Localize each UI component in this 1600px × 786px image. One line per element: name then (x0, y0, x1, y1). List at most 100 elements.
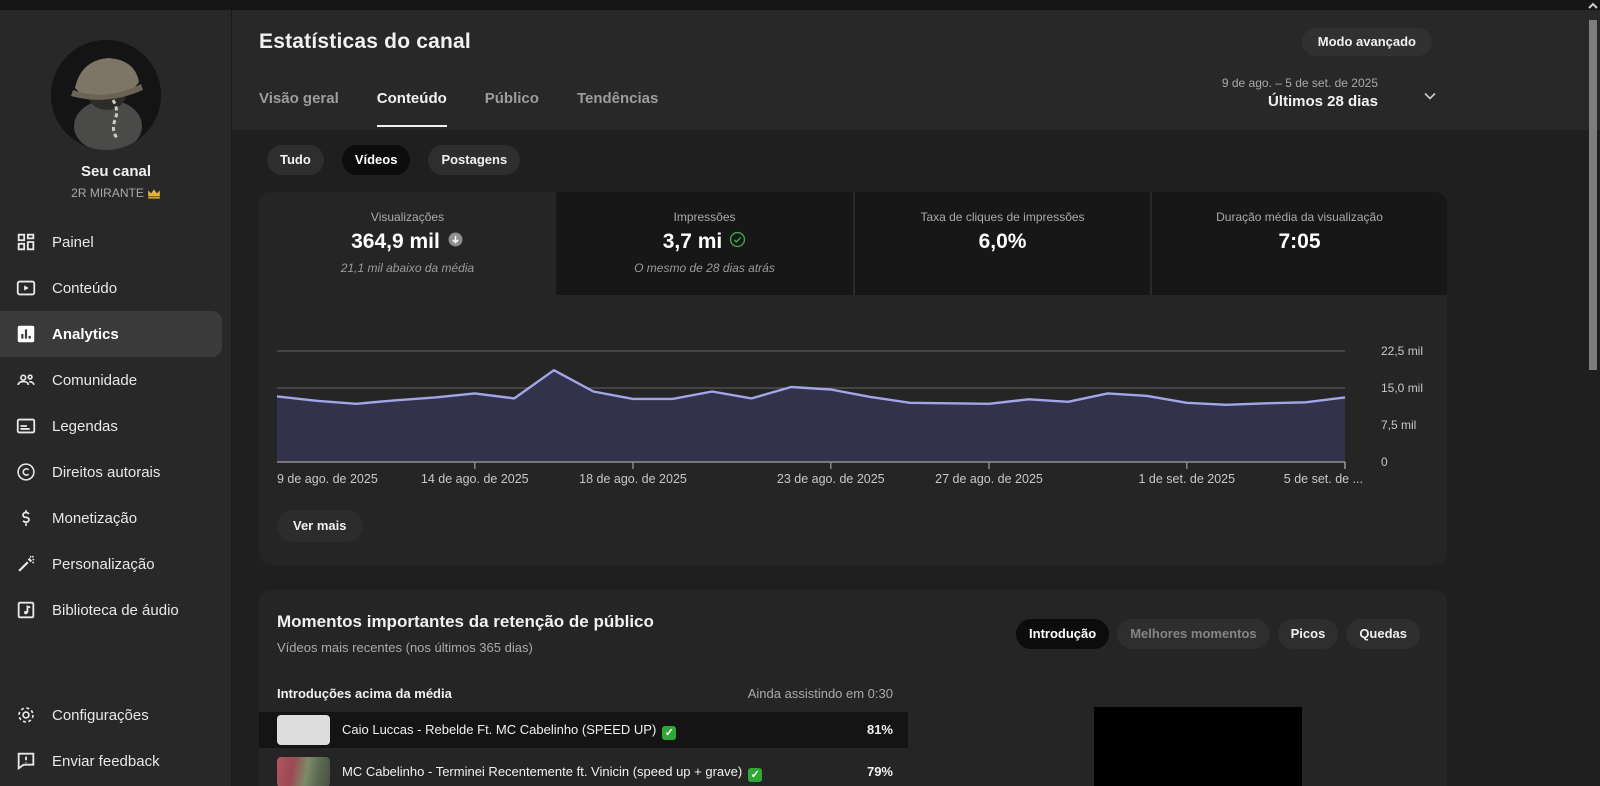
x-axis-label: 23 de ago. de 2025 (777, 472, 885, 486)
page-title: Estatísticas do canal (259, 30, 471, 53)
retention-chip-quedas[interactable]: Quedas (1346, 619, 1420, 649)
sidebar-item-label: Enviar feedback (52, 752, 160, 770)
down-arrow-circle-icon (447, 230, 464, 254)
retention-subtitle: Vídeos mais recentes (nos últimos 365 di… (277, 640, 533, 655)
sidebar-item-comunidade[interactable]: Comunidade (0, 357, 232, 403)
y-axis-label: 7,5 mil (1381, 418, 1417, 432)
views-area-chart: 9 de ago. de 2025 14 de ago. de 2025 18 de… (276, 332, 1367, 487)
metric-label: Impressões (673, 210, 736, 224)
retention-chip-picos[interactable]: Picos (1277, 619, 1339, 649)
retention-percentage: 79% (866, 764, 893, 779)
filter-chip-postagens[interactable]: Postagens (428, 145, 521, 175)
retention-table-header: Introduções acima da média Ainda assisti… (259, 686, 908, 708)
tab-visao-geral[interactable]: Visão geral (259, 90, 339, 127)
metric-label: Duração média da visualização (1216, 210, 1383, 224)
analytics-overview-card: Visualizações 364,9 mil 21,1 mil abaixo da… (259, 192, 1447, 565)
see-more-button[interactable]: Ver mais (277, 510, 363, 542)
sidebar-item-configuracoes[interactable]: Configurações (0, 692, 232, 738)
retention-row-1[interactable]: Caio Luccas - Rebelde Ft. MC Cabelinho (… (259, 712, 908, 748)
filter-chip-tudo[interactable]: Tudo (267, 145, 324, 175)
sidebar-item-painel[interactable]: Painel (0, 219, 232, 265)
sidebar-item-label: Monetização (52, 509, 138, 527)
retention-video-player[interactable] (1094, 707, 1302, 786)
sidebar-item-label: Biblioteca de áudio (52, 601, 179, 619)
sidebar-item-label: Configurações (52, 706, 149, 724)
check-circle-icon (729, 230, 746, 254)
avatar[interactable] (51, 40, 161, 150)
sidebar-item-label: Direitos autorais (52, 463, 161, 481)
tab-tendencias[interactable]: Tendências (577, 90, 658, 127)
video-thumbnail (277, 715, 330, 745)
retention-row-2[interactable]: MC Cabelinho - Terminei Recentemente ft.… (259, 754, 908, 786)
tab-conteudo[interactable]: Conteúdo (376, 90, 447, 127)
x-axis-label: 18 de ago. de 2025 (579, 472, 687, 486)
community-icon (15, 369, 37, 391)
retention-table-header-left: Introduções acima da média (277, 686, 452, 701)
sidebar-item-label: Painel (52, 233, 94, 251)
channel-avatar-photo (51, 40, 161, 150)
retention-chips: Introdução Melhores momentos Picos Quedas (1016, 619, 1420, 649)
settings-icon (15, 704, 37, 726)
chevron-down-icon[interactable] (1420, 86, 1440, 106)
sidebar-item-label: Personalização (52, 555, 155, 573)
sidebar-item-analytics[interactable]: Analytics (0, 311, 222, 357)
subtitles-icon (15, 415, 37, 437)
sidebar-item-direitos-autorais[interactable]: Direitos autorais (0, 449, 232, 495)
retention-card: Momentos importantes da retenção de públ… (259, 590, 1447, 786)
audio-library-icon (15, 599, 37, 621)
filter-chip-videos[interactable]: Vídeos (341, 145, 411, 175)
metric-card-duracao-media-da-visualizacao[interactable]: Duração média da visualização 7:05 (1150, 192, 1447, 295)
x-axis-label: 14 de ago. de 2025 (421, 472, 529, 486)
x-axis-label: 5 de set. de ... (1284, 472, 1363, 486)
verified-check-icon: ✓ (748, 768, 763, 782)
tab-publico[interactable]: Público (485, 90, 539, 127)
retention-table-rows: Caio Luccas - Rebelde Ft. MC Cabelinho (… (259, 712, 908, 786)
date-range-text: 9 de ago. – 5 de set. de 2025 (1221, 76, 1378, 90)
metric-label: Visualizações (370, 210, 445, 224)
video-title: Caio Luccas - Rebelde Ft. MC Cabelinho (… (342, 712, 677, 748)
metric-card-visualizacoes[interactable]: Visualizações 364,9 mil 21,1 mil abaixo da… (259, 192, 556, 295)
retention-chip-melhores-momentos[interactable]: Melhores momentos (1117, 619, 1270, 649)
metric-label: Taxa de cliques de impressões (920, 210, 1085, 224)
video-thumbnail (277, 757, 330, 786)
x-axis-label: 1 de set. de 2025 (1138, 472, 1235, 486)
scrollbar-up-icon[interactable] (1586, 0, 1600, 11)
window-top-strip (0, 0, 1600, 10)
sidebar: Seu canal 2R MIRANTE Painel Conteúdo Analy… (0, 10, 232, 786)
sidebar-item-legendas[interactable]: Legendas (0, 403, 232, 449)
analytics-icon (15, 323, 37, 345)
metric-note: 21,1 mil abaixo da média (340, 261, 475, 275)
y-axis-label: 0 (1381, 455, 1388, 469)
date-range-preset: Últimos 28 dias (1267, 93, 1378, 110)
content-icon (15, 277, 37, 299)
sidebar-item-enviar-feedback[interactable]: Enviar feedback (0, 738, 232, 784)
channel-handle: 2R MIRANTE (0, 186, 232, 200)
sidebar-item-personalizacao[interactable]: Personalização (0, 541, 232, 587)
metric-card-impressoes[interactable]: Impressões 3,7 mi O mesmo de 28 dias atrás (556, 192, 853, 295)
retention-chip-introducao[interactable]: Introdução (1016, 619, 1110, 649)
video-title: MC Cabelinho - Terminei Recentemente ft.… (342, 754, 763, 786)
copyright-icon (15, 461, 37, 483)
sidebar-item-monetizacao[interactable]: Monetização (0, 495, 232, 541)
advanced-mode-button[interactable]: Modo avançado (1301, 28, 1432, 56)
sidebar-item-conteudo[interactable]: Conteúdo (0, 265, 232, 311)
verified-check-icon: ✓ (662, 726, 677, 740)
metric-cards: Visualizações 364,9 mil 21,1 mil abaixo da… (259, 192, 1447, 295)
metric-card-taxa-de-cliques-de-impressoes[interactable]: Taxa de cliques de impressões 6,0% (853, 192, 1150, 295)
sidebar-item-biblioteca-de-audio[interactable]: Biblioteca de áudio (0, 587, 232, 633)
scrollbar-thumb[interactable] (1589, 20, 1597, 370)
channel-name: Seu canal (80, 163, 152, 180)
sidebar-item-label: Conteúdo (52, 279, 118, 297)
dashboard-icon (15, 231, 37, 253)
metric-value: 3,7 mi (556, 230, 853, 254)
metric-value: 6,0% (978, 230, 1027, 253)
prince-crown-icon (148, 189, 160, 199)
feedback-icon (15, 750, 37, 772)
chart-canvas: 9 de ago. de 2025 14 de ago. de 2025 18 de… (276, 350, 1363, 486)
sidebar-footer-menu: Configurações Enviar feedback (0, 692, 232, 784)
monetization-icon (15, 507, 37, 529)
youtube-studio-analytics-page: Seu canal 2R MIRANTE Painel Conteúdo Analy… (0, 0, 1600, 786)
x-axis-label: 9 de ago. de 2025 (277, 472, 378, 486)
date-range-selector[interactable]: 9 de ago. – 5 de set. de 2025 Últimos 28… (1222, 76, 1378, 110)
content-filter-chips: Tudo Vídeos Postagens (267, 145, 521, 175)
